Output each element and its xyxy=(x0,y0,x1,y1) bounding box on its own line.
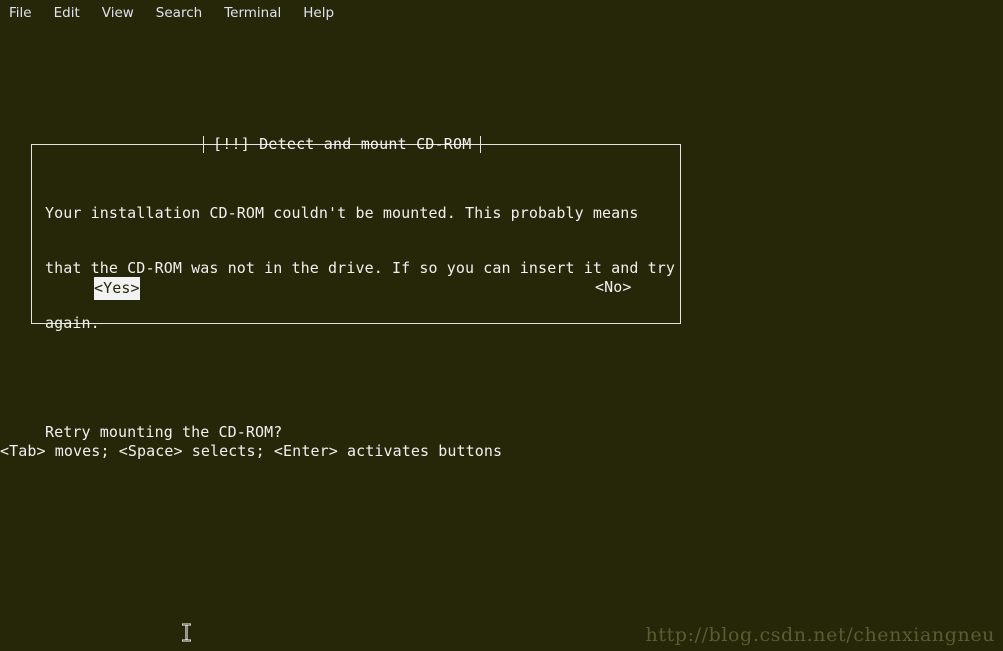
no-button-label: <No> xyxy=(595,278,632,296)
terminal-cursor: < xyxy=(94,278,104,298)
yes-button[interactable]: <Yes> xyxy=(94,277,140,300)
dialog-message: Your installation CD-ROM couldn't be mou… xyxy=(45,168,676,477)
message-line-1: Your installation CD-ROM couldn't be mou… xyxy=(45,204,639,223)
no-button[interactable]: <No> xyxy=(595,277,632,297)
key-help-line: <Tab> moves; <Space> selects; <Enter> ac… xyxy=(0,442,503,460)
yes-button-label: Yes> xyxy=(103,279,140,297)
menu-bar: File Edit View Search Terminal Help xyxy=(0,0,1003,27)
message-line-2: that the CD-ROM was not in the drive. If… xyxy=(45,259,676,278)
menu-item-terminal[interactable]: Terminal xyxy=(224,0,281,27)
dialog-question: Retry mounting the CD-ROM? xyxy=(45,422,283,441)
menu-item-file[interactable]: File xyxy=(9,0,32,27)
terminal-screen[interactable]: Your installation CD-ROM couldn't be mou… xyxy=(0,27,1003,651)
cdrom-dialog: Your installation CD-ROM couldn't be mou… xyxy=(31,144,681,441)
menu-item-edit[interactable]: Edit xyxy=(54,0,80,27)
mouse-ibeam-cursor xyxy=(181,623,192,642)
dialog-button-row: <Yes> <No> xyxy=(45,277,669,300)
menu-item-help[interactable]: Help xyxy=(303,0,334,27)
menu-item-view[interactable]: View xyxy=(102,0,134,27)
watermark-url: http://blog.csdn.net/chenxiangneu xyxy=(645,624,995,646)
message-line-3: again. xyxy=(45,313,100,332)
menu-item-search[interactable]: Search xyxy=(156,0,202,27)
